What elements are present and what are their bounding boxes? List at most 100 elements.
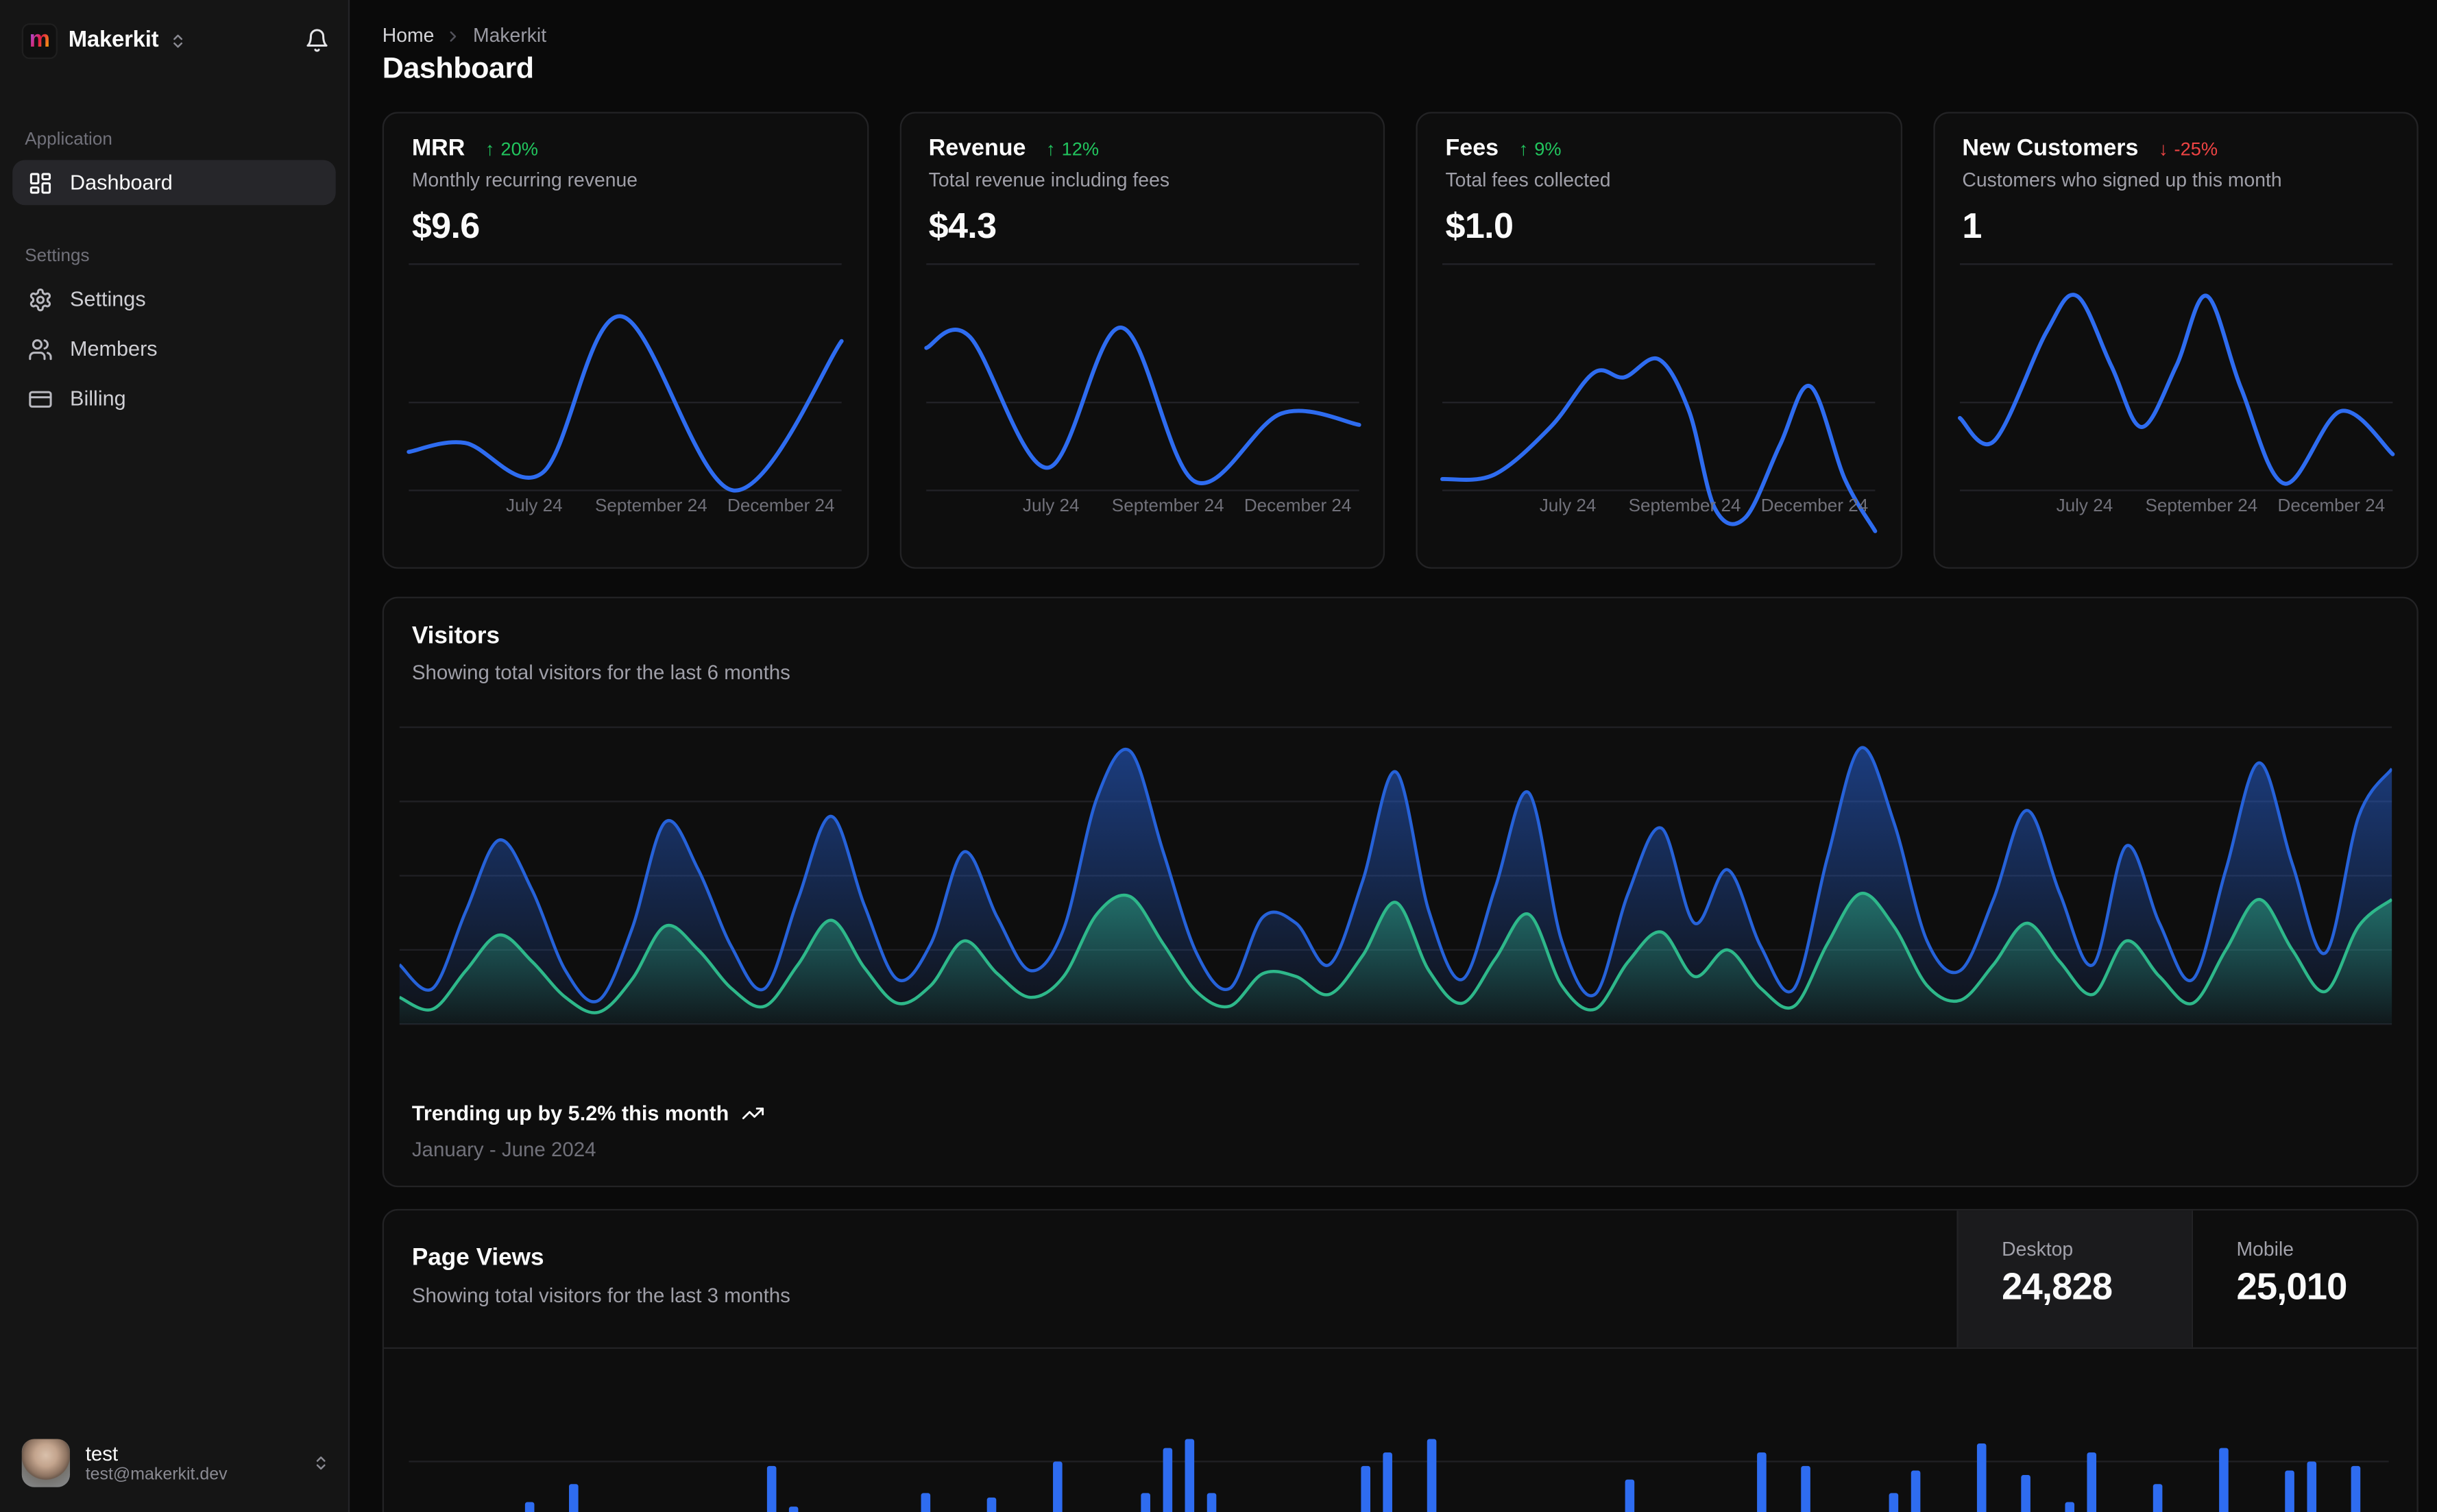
stat-title: Revenue — [928, 135, 1026, 162]
workspace-selector[interactable]: m Makerkit — [21, 20, 330, 60]
makerkit-dashboard-app: m Makerkit Application Dashboard Setting… — [0, 0, 2437, 1512]
notifications-bell-icon[interactable] — [304, 28, 329, 53]
stat-value: 1 — [1962, 205, 1982, 246]
stat-card-revenue: Revenue ↑ 12% Total revenue including fee… — [899, 112, 1385, 569]
chevrons-up-down-icon — [313, 1454, 330, 1472]
visitors-area-chart[interactable] — [399, 716, 2392, 1036]
stat-subtitle: Total revenue including fees — [928, 169, 1170, 191]
sidebar-item-label: Billing — [70, 387, 126, 411]
new-customers-sparkline-chart[interactable] — [1956, 254, 2394, 502]
visitors-card: Visitors Showing total visitors for the … — [382, 596, 2418, 1188]
sidebar-item-label: Dashboard — [70, 171, 173, 195]
workspace-name: Makerkit — [68, 27, 159, 53]
nav-section-label-application: Application — [25, 130, 112, 149]
x-axis-ticks: July 24 September 24 December 24 — [1442, 498, 1875, 520]
stat-subtitle: Customers who signed up this month — [1962, 169, 2282, 191]
trend-badge: ↑ 9% — [1519, 138, 1562, 160]
stat-title: MRR — [411, 135, 465, 162]
sidebar-item-label: Members — [70, 337, 158, 361]
x-tick: July 24 — [506, 497, 563, 516]
chevron-right-icon — [445, 27, 462, 45]
page-views-card: Page Views Showing total visitors for th… — [382, 1208, 2418, 1512]
mrr-sparkline-chart[interactable] — [407, 254, 844, 502]
visitors-footer-text: Trending up by 5.2% this month — [411, 1101, 729, 1125]
breadcrumb-home-link[interactable]: Home — [383, 25, 435, 47]
desktop-total: 24,828 — [2002, 1265, 2113, 1308]
page-views-title: Page Views — [411, 1245, 544, 1271]
page-views-subtitle: Showing total visitors for the last 3 mo… — [411, 1283, 790, 1307]
fees-sparkline-chart[interactable] — [1440, 254, 1878, 533]
stat-subtitle: Monthly recurring revenue — [411, 169, 638, 191]
x-axis-ticks: July 24 September 24 December 24 — [925, 498, 1358, 520]
page-views-bar-chart[interactable] — [409, 1349, 2389, 1512]
main-content: Home Makerkit Dashboard MRR ↑ 20% Monthly… — [351, 0, 2437, 1512]
user-meta: test test@makerkit.dev — [86, 1443, 228, 1483]
stat-title: Fees — [1445, 135, 1499, 162]
visitors-title: Visitors — [411, 623, 500, 650]
trend-arrow-icon: ↑ — [485, 137, 495, 160]
users-icon — [28, 337, 53, 361]
stat-card-fees: Fees ↑ 9% Total fees collected $1.0 July … — [1416, 112, 1902, 569]
trend-badge: ↑ 12% — [1046, 138, 1099, 160]
x-tick: September 24 — [594, 497, 707, 516]
x-axis-ticks: July 24 September 24 December 24 — [1959, 498, 2392, 520]
visitors-subtitle: Showing total visitors for the last 6 mo… — [411, 660, 790, 684]
mobile-label: Mobile — [2236, 1238, 2294, 1260]
x-tick: September 24 — [1111, 497, 1224, 516]
stat-card-mrr: MRR ↑ 20% Monthly recurring revenue $9.6 … — [382, 112, 869, 569]
sidebar-item-settings[interactable]: Settings — [12, 277, 336, 322]
x-tick: September 24 — [2145, 497, 2258, 516]
page-views-header: Page Views Showing total visitors for th… — [384, 1210, 2417, 1349]
trend-value: -25% — [2174, 137, 2218, 160]
x-tick: July 24 — [1539, 497, 1597, 516]
stat-value: $4.3 — [928, 205, 997, 246]
desktop-label: Desktop — [2002, 1238, 2074, 1260]
trend-value: 20% — [500, 137, 538, 160]
stat-value: $9.6 — [411, 205, 480, 246]
makerkit-logo: m — [21, 22, 58, 59]
visitors-period: January - June 2024 — [411, 1137, 596, 1161]
revenue-sparkline-chart[interactable] — [923, 254, 1361, 502]
gear-icon — [28, 286, 53, 311]
desktop-toggle-button[interactable]: Desktop 24,828 — [1956, 1210, 2192, 1348]
sidebar: m Makerkit Application Dashboard Setting… — [0, 0, 350, 1512]
logo-letter: m — [29, 25, 50, 52]
user-menu[interactable]: test test@makerkit.dev — [16, 1428, 336, 1498]
sidebar-item-billing[interactable]: Billing — [12, 376, 336, 422]
x-tick: December 24 — [2277, 497, 2386, 516]
page-title: Dashboard — [382, 53, 534, 86]
sidebar-item-dashboard[interactable]: Dashboard — [12, 160, 336, 206]
chevrons-up-down-icon — [169, 32, 186, 49]
trend-arrow-icon: ↑ — [1518, 137, 1529, 160]
sidebar-item-members[interactable]: Members — [12, 326, 336, 371]
sidebar-item-label: Settings — [70, 287, 146, 311]
user-email: test@makerkit.dev — [85, 1464, 228, 1484]
trending-up-icon — [741, 1101, 764, 1125]
user-avatar — [21, 1439, 71, 1487]
trend-arrow-icon: ↓ — [2158, 137, 2168, 160]
sidebar-nav: Application Dashboard Settings Settings … — [12, 130, 336, 426]
trend-arrow-icon: ↑ — [1045, 137, 1056, 160]
x-tick: December 24 — [727, 497, 835, 516]
breadcrumb: Home Makerkit — [383, 25, 546, 47]
x-axis-ticks: July 24 September 24 December 24 — [409, 498, 841, 520]
trend-value: 12% — [1061, 137, 1100, 160]
trend-value: 9% — [1534, 137, 1562, 160]
stat-cards-row: MRR ↑ 20% Monthly recurring revenue $9.6 … — [382, 112, 2418, 569]
stat-subtitle: Total fees collected — [1445, 169, 1611, 191]
mobile-total: 25,010 — [2236, 1265, 2348, 1308]
breadcrumb-current: Makerkit — [473, 25, 547, 47]
stat-card-new-customers: New Customers ↓ -25% Customers who signed… — [1932, 112, 2418, 569]
mobile-toggle-button[interactable]: Mobile 25,010 — [2191, 1210, 2417, 1348]
x-tick: December 24 — [1244, 497, 1352, 516]
layout-dashboard-icon — [28, 170, 53, 195]
x-tick: September 24 — [1628, 497, 1741, 516]
x-tick: July 24 — [2056, 497, 2113, 516]
stat-value: $1.0 — [1445, 205, 1514, 246]
stat-title: New Customers — [1962, 135, 2139, 162]
user-name: test — [85, 1441, 119, 1465]
x-tick: December 24 — [1760, 497, 1869, 516]
nav-section-label-settings: Settings — [25, 247, 90, 266]
trend-badge: ↓ -25% — [2159, 138, 2218, 160]
credit-card-icon — [28, 386, 53, 411]
